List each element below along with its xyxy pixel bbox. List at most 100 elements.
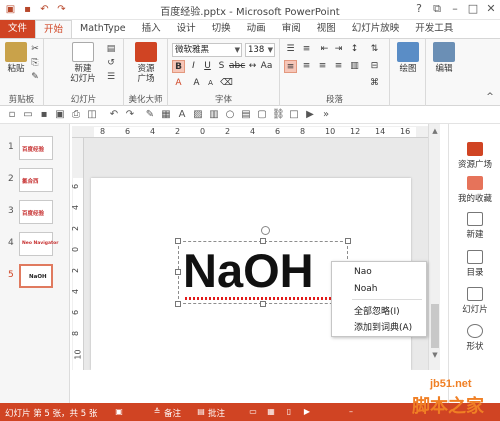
collapse-ribbon-icon[interactable]: ^ bbox=[483, 91, 497, 103]
save-as-icon[interactable]: ▣ bbox=[54, 109, 66, 121]
smartart-icon[interactable]: ⌘ bbox=[368, 77, 381, 90]
char-spacing-button[interactable]: ↔ bbox=[246, 60, 259, 73]
align-center-icon[interactable]: ≡ bbox=[300, 60, 313, 73]
tab-developer[interactable]: 开发工具 bbox=[407, 20, 461, 38]
italic-button[interactable]: I bbox=[187, 60, 200, 73]
picture-icon[interactable]: ▨ bbox=[192, 109, 204, 121]
scroll-thumb[interactable] bbox=[431, 304, 439, 348]
align-left-icon[interactable]: ≡ bbox=[284, 60, 297, 73]
slide-thumb-selected[interactable]: NaOH bbox=[19, 264, 53, 288]
favorites-item[interactable]: 我的收藏 bbox=[449, 176, 500, 204]
numbering-icon[interactable]: ≡ bbox=[300, 43, 313, 56]
reset-icon[interactable]: ↺ bbox=[104, 57, 118, 69]
bold-button[interactable]: B bbox=[172, 60, 185, 73]
new-slide-button[interactable]: 新建 幻灯片 bbox=[66, 42, 100, 84]
add-to-dictionary-item[interactable]: 添加到词典(A) bbox=[354, 320, 412, 333]
format-painter-icon[interactable]: ✎ bbox=[28, 71, 42, 83]
new-item[interactable]: 新建 bbox=[449, 212, 500, 240]
align-right-icon[interactable]: ≡ bbox=[316, 60, 329, 73]
suggestion-noah[interactable]: Noah bbox=[354, 284, 377, 294]
text-direction-icon[interactable]: ⇅ bbox=[368, 43, 381, 56]
text-box-icon[interactable]: A bbox=[176, 109, 188, 121]
bullets-icon[interactable]: ☰ bbox=[284, 43, 297, 56]
editing-button[interactable]: 编辑 bbox=[432, 42, 456, 74]
print-icon[interactable]: ⎙ bbox=[70, 109, 82, 121]
open-folder-icon[interactable]: ▭ bbox=[22, 109, 34, 121]
slideshow-view-icon[interactable]: ▶ bbox=[302, 407, 312, 417]
redo-icon[interactable]: ↷ bbox=[124, 109, 136, 121]
justify-icon[interactable]: ≡ bbox=[332, 60, 345, 73]
new-file-icon[interactable]: ▫ bbox=[6, 109, 18, 121]
paste-button[interactable]: 粘贴 bbox=[4, 42, 28, 74]
zoom-out-icon[interactable]: – bbox=[346, 407, 356, 417]
comments-icon[interactable]: ▤ bbox=[196, 407, 206, 417]
underline-button[interactable]: U bbox=[201, 60, 214, 73]
undo-icon[interactable]: ↶ bbox=[108, 109, 120, 121]
frame-icon[interactable]: □ bbox=[288, 109, 300, 121]
grid-icon[interactable]: ▤ bbox=[240, 109, 252, 121]
link-icon[interactable]: ⛓ bbox=[272, 109, 285, 121]
tab-animations[interactable]: 动画 bbox=[239, 20, 274, 38]
resize-handle[interactable] bbox=[175, 269, 181, 275]
ignore-all-item[interactable]: 全部忽略(I) bbox=[354, 304, 400, 317]
align-text-icon[interactable]: ⊟ bbox=[368, 60, 381, 73]
font-color-button[interactable]: A bbox=[172, 77, 185, 90]
layout-icon[interactable]: ▤ bbox=[104, 43, 118, 55]
save-file-icon[interactable]: ▪ bbox=[38, 109, 50, 121]
table-icon[interactable]: ▦ bbox=[160, 109, 172, 121]
resize-handle[interactable] bbox=[175, 238, 181, 244]
screen-icon[interactable]: ▢ bbox=[256, 109, 268, 121]
text-box-selected[interactable]: NaOH bbox=[175, 226, 351, 307]
vertical-scrollbar[interactable]: ▲ ▼ bbox=[428, 124, 440, 370]
comments-button[interactable]: 批注 bbox=[208, 407, 225, 419]
slideshow-icon[interactable]: ▶ bbox=[304, 109, 316, 121]
slide-thumb-row-2[interactable]: 2 氯合西 bbox=[0, 168, 70, 192]
font-name-select[interactable]: 微软雅黑 ▼ bbox=[172, 43, 242, 57]
slide-thumb-row-1[interactable]: 1 百度经验 bbox=[0, 136, 70, 160]
rotate-handle[interactable] bbox=[261, 226, 270, 235]
shadow-button[interactable]: S bbox=[215, 60, 228, 73]
notes-button[interactable]: 备注 bbox=[164, 407, 181, 419]
slide-thumb[interactable]: Neo Navigator bbox=[19, 232, 58, 256]
scroll-up-icon[interactable]: ▲ bbox=[430, 126, 440, 136]
slide-thumb-row-3[interactable]: 3 百度经验 bbox=[0, 200, 70, 224]
slide-thumb[interactable]: 百度经验 bbox=[19, 136, 53, 160]
tab-review[interactable]: 审阅 bbox=[274, 20, 309, 38]
resize-handle[interactable] bbox=[345, 238, 351, 244]
line-spacing-icon[interactable]: ↕ bbox=[348, 43, 361, 56]
tab-slideshow[interactable]: 幻灯片放映 bbox=[344, 20, 408, 38]
shapes-item[interactable]: 形状 bbox=[449, 324, 500, 352]
increase-indent-icon[interactable]: ⇥ bbox=[332, 43, 345, 56]
notes-icon[interactable]: ≙ bbox=[152, 407, 162, 417]
resize-handle[interactable] bbox=[260, 301, 266, 307]
drawing-button[interactable]: 绘图 bbox=[396, 42, 420, 74]
section-icon[interactable]: ☰ bbox=[104, 71, 118, 83]
resource-plaza-button[interactable]: 资源 广场 bbox=[132, 42, 160, 84]
slide-thumb-row-4[interactable]: 4 Neo Navigator bbox=[0, 232, 70, 256]
tab-design[interactable]: 设计 bbox=[169, 20, 204, 38]
format-brush-icon[interactable]: ✎ bbox=[144, 109, 156, 121]
toc-item[interactable]: 目录 bbox=[449, 250, 500, 278]
slide-thumb[interactable]: 百度经验 bbox=[19, 200, 53, 224]
preview-icon[interactable]: ◫ bbox=[86, 109, 98, 121]
reading-view-icon[interactable]: ▯ bbox=[284, 407, 294, 417]
tab-insert[interactable]: 插入 bbox=[134, 20, 169, 38]
proofing-icon[interactable]: ▣ bbox=[114, 407, 124, 417]
tab-view[interactable]: 视图 bbox=[309, 20, 344, 38]
resource-plaza-item[interactable]: 资源广场 bbox=[449, 142, 500, 170]
tab-home[interactable]: 开始 bbox=[35, 20, 73, 38]
shape-icon[interactable]: ○ bbox=[224, 109, 236, 121]
tab-file[interactable]: 文件 bbox=[0, 20, 36, 38]
maximize-button[interactable]: □ bbox=[466, 2, 480, 16]
slide-text[interactable]: NaOH bbox=[183, 246, 314, 296]
decrease-indent-icon[interactable]: ⇤ bbox=[318, 43, 331, 56]
strikethrough-button[interactable]: abc bbox=[229, 60, 245, 73]
columns-icon[interactable]: ▥ bbox=[348, 60, 361, 73]
slides-item[interactable]: 幻灯片 bbox=[449, 287, 500, 315]
change-case-button[interactable]: Aa bbox=[260, 60, 273, 73]
tab-transitions[interactable]: 切换 bbox=[204, 20, 239, 38]
normal-view-icon[interactable]: ▭ bbox=[248, 407, 258, 417]
more-icon[interactable]: » bbox=[320, 109, 332, 121]
slide-thumb-row-5[interactable]: 5 NaOH bbox=[0, 264, 70, 288]
clear-format-icon[interactable]: ⌫ bbox=[220, 77, 233, 90]
